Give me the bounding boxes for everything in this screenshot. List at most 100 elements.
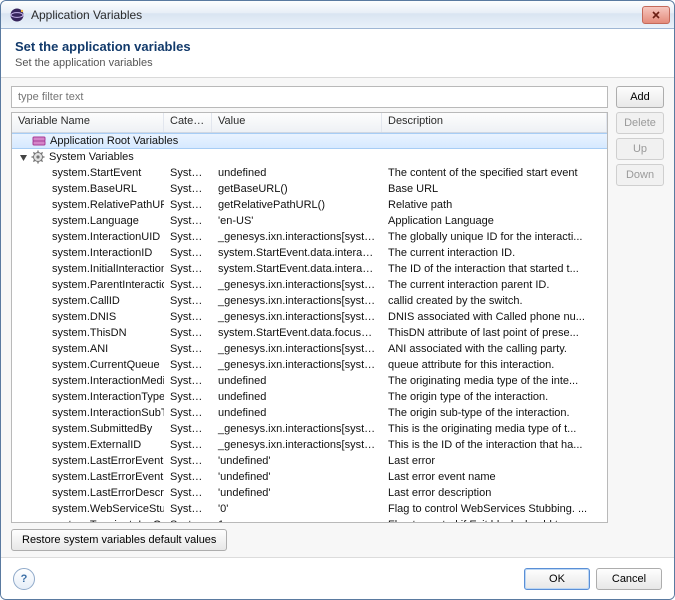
column-header-description[interactable]: Description: [382, 113, 607, 132]
help-button[interactable]: ?: [13, 568, 35, 590]
cell-description: The origin sub-type of the interaction.: [382, 405, 607, 421]
table-row[interactable]: system.ANISystem_genesys.ixn.interaction…: [12, 341, 607, 357]
tree-node-system[interactable]: System Variables: [12, 149, 607, 165]
tree-label: Application Root Variables: [50, 135, 178, 147]
filter-input[interactable]: [11, 86, 608, 108]
cell-category: System: [164, 469, 212, 485]
cell-description: This is the originating media type of t.…: [382, 421, 607, 437]
cell-description: Last error description: [382, 485, 607, 501]
window-close-button[interactable]: [642, 6, 670, 24]
cell-description: Relative path: [382, 197, 607, 213]
cell-name: system.InteractionUID: [12, 229, 164, 245]
cell-value: undefined: [212, 389, 382, 405]
column-header-category[interactable]: Category: [164, 113, 212, 132]
cell-category: System: [164, 325, 212, 341]
table-row[interactable]: system.StartEventSystemundefinedThe cont…: [12, 165, 607, 181]
cell-value: _genesys.ixn.interactions[system.I...: [212, 421, 382, 437]
eclipse-icon: [9, 7, 25, 23]
table-body[interactable]: Application Root Variables: [12, 133, 607, 522]
cell-name: system.WebServiceStubbii: [12, 501, 164, 517]
cell-value: 1: [212, 517, 382, 522]
dialog-window: Application Variables Set the applicatio…: [0, 0, 675, 600]
table-row[interactable]: system.InteractionSubTypSystemundefinedT…: [12, 405, 607, 421]
cell-description: This is the ID of the interaction that h…: [382, 437, 607, 453]
table-row[interactable]: system.LastErrorEventSystem'undefined'La…: [12, 453, 607, 469]
cell-name: system.ThisDN: [12, 325, 164, 341]
restore-defaults-button[interactable]: Restore system variables default values: [11, 529, 227, 551]
table-row[interactable]: system.LanguageSystem'en-US'Application …: [12, 213, 607, 229]
down-button[interactable]: Down: [616, 164, 664, 186]
cancel-button[interactable]: Cancel: [596, 568, 662, 590]
cell-value: getRelativePathURL(): [212, 197, 382, 213]
dialog-subtitle: Set the application variables: [15, 57, 660, 69]
cell-value: _genesys.ixn.interactions[system.I...: [212, 357, 382, 373]
cell-value: undefined: [212, 165, 382, 181]
cell-name: system.TerminateIxnOnEx: [12, 517, 164, 522]
cell-description: The current interaction parent ID.: [382, 277, 607, 293]
table-row[interactable]: system.RelativePathURLSystemgetRelativeP…: [12, 197, 607, 213]
cell-name: system.CurrentQueue: [12, 357, 164, 373]
expand-icon[interactable]: [18, 152, 29, 163]
cell-name: system.InteractionID: [12, 245, 164, 261]
cell-name: system.InitialInteractionID: [12, 261, 164, 277]
table-row[interactable]: system.BaseURLSystemgetBaseURL()Base URL: [12, 181, 607, 197]
table-row[interactable]: system.CurrentQueueSystem_genesys.ixn.in…: [12, 357, 607, 373]
table-row[interactable]: system.InteractionMediaTSystemundefinedT…: [12, 373, 607, 389]
variables-table: Variable Name Category Value Description: [11, 112, 608, 523]
cell-category: System: [164, 245, 212, 261]
table-row[interactable]: system.CallIDSystem_genesys.ixn.interact…: [12, 293, 607, 309]
table-row[interactable]: system.LastErrorDescripticSystem'undefin…: [12, 485, 607, 501]
cell-description: The globally unique ID for the interacti…: [382, 229, 607, 245]
table-row[interactable]: system.LastErrorEventNamSystem'undefined…: [12, 469, 607, 485]
cell-category: System: [164, 341, 212, 357]
cell-value: undefined: [212, 373, 382, 389]
cell-category: System: [164, 277, 212, 293]
ok-button[interactable]: OK: [524, 568, 590, 590]
cell-value: _genesys.ixn.interactions[system.I...: [212, 277, 382, 293]
cell-name: system.Language: [12, 213, 164, 229]
cell-description: Last error event name: [382, 469, 607, 485]
cell-category: System: [164, 293, 212, 309]
delete-button[interactable]: Delete: [616, 112, 664, 134]
table-row[interactable]: system.SubmittedBySystem_genesys.ixn.int…: [12, 421, 607, 437]
dialog-title: Set the application variables: [15, 39, 660, 54]
cell-category: System: [164, 453, 212, 469]
add-button[interactable]: Add: [616, 86, 664, 108]
cell-value: undefined: [212, 405, 382, 421]
table-row[interactable]: system.ExternalIDSystem_genesys.ixn.inte…: [12, 437, 607, 453]
cell-description: Last error: [382, 453, 607, 469]
table-row[interactable]: system.WebServiceStubbiiSystem'0'Flag to…: [12, 501, 607, 517]
table-row[interactable]: system.TerminateIxnOnExSystem1Flag to co…: [12, 517, 607, 522]
cell-name: system.LastErrorEvent: [12, 453, 164, 469]
cell-category: System: [164, 405, 212, 421]
table-row[interactable]: system.InteractionIDSystemsystem.StartEv…: [12, 245, 607, 261]
table-row[interactable]: system.InteractionUIDSystem_genesys.ixn.…: [12, 229, 607, 245]
table-row[interactable]: system.InteractionTypeSystemundefinedThe…: [12, 389, 607, 405]
cell-category: System: [164, 485, 212, 501]
cell-name: system.StartEvent: [12, 165, 164, 181]
cell-name: system.InteractionType: [12, 389, 164, 405]
table-row[interactable]: system.ThisDNSystemsystem.StartEvent.dat…: [12, 325, 607, 341]
cell-category: System: [164, 357, 212, 373]
cell-name: system.InteractionMediaT: [12, 373, 164, 389]
table-row[interactable]: system.ParentInteractionIISystem_genesys…: [12, 277, 607, 293]
column-header-value[interactable]: Value: [212, 113, 382, 132]
cell-name: system.ExternalID: [12, 437, 164, 453]
cell-name: system.LastErrorDescriptic: [12, 485, 164, 501]
table-header: Variable Name Category Value Description: [12, 113, 607, 133]
cell-description: DNIS associated with Called phone nu...: [382, 309, 607, 325]
cell-value: '0': [212, 501, 382, 517]
tree-node-app-root[interactable]: Application Root Variables: [12, 133, 607, 149]
column-header-name[interactable]: Variable Name: [12, 113, 164, 132]
up-button[interactable]: Up: [616, 138, 664, 160]
cell-description: The ID of the interaction that started t…: [382, 261, 607, 277]
side-buttons: Add Delete Up Down: [616, 86, 664, 551]
dialog-body: Variable Name Category Value Description: [1, 78, 674, 557]
titlebar[interactable]: Application Variables: [1, 1, 674, 29]
table-row[interactable]: system.InitialInteractionIDSystemsystem.…: [12, 261, 607, 277]
dialog-header: Set the application variables Set the ap…: [1, 29, 674, 78]
cell-category: System: [164, 229, 212, 245]
cell-value: 'undefined': [212, 485, 382, 501]
table-row[interactable]: system.DNISSystem_genesys.ixn.interactio…: [12, 309, 607, 325]
cell-name: system.CallID: [12, 293, 164, 309]
